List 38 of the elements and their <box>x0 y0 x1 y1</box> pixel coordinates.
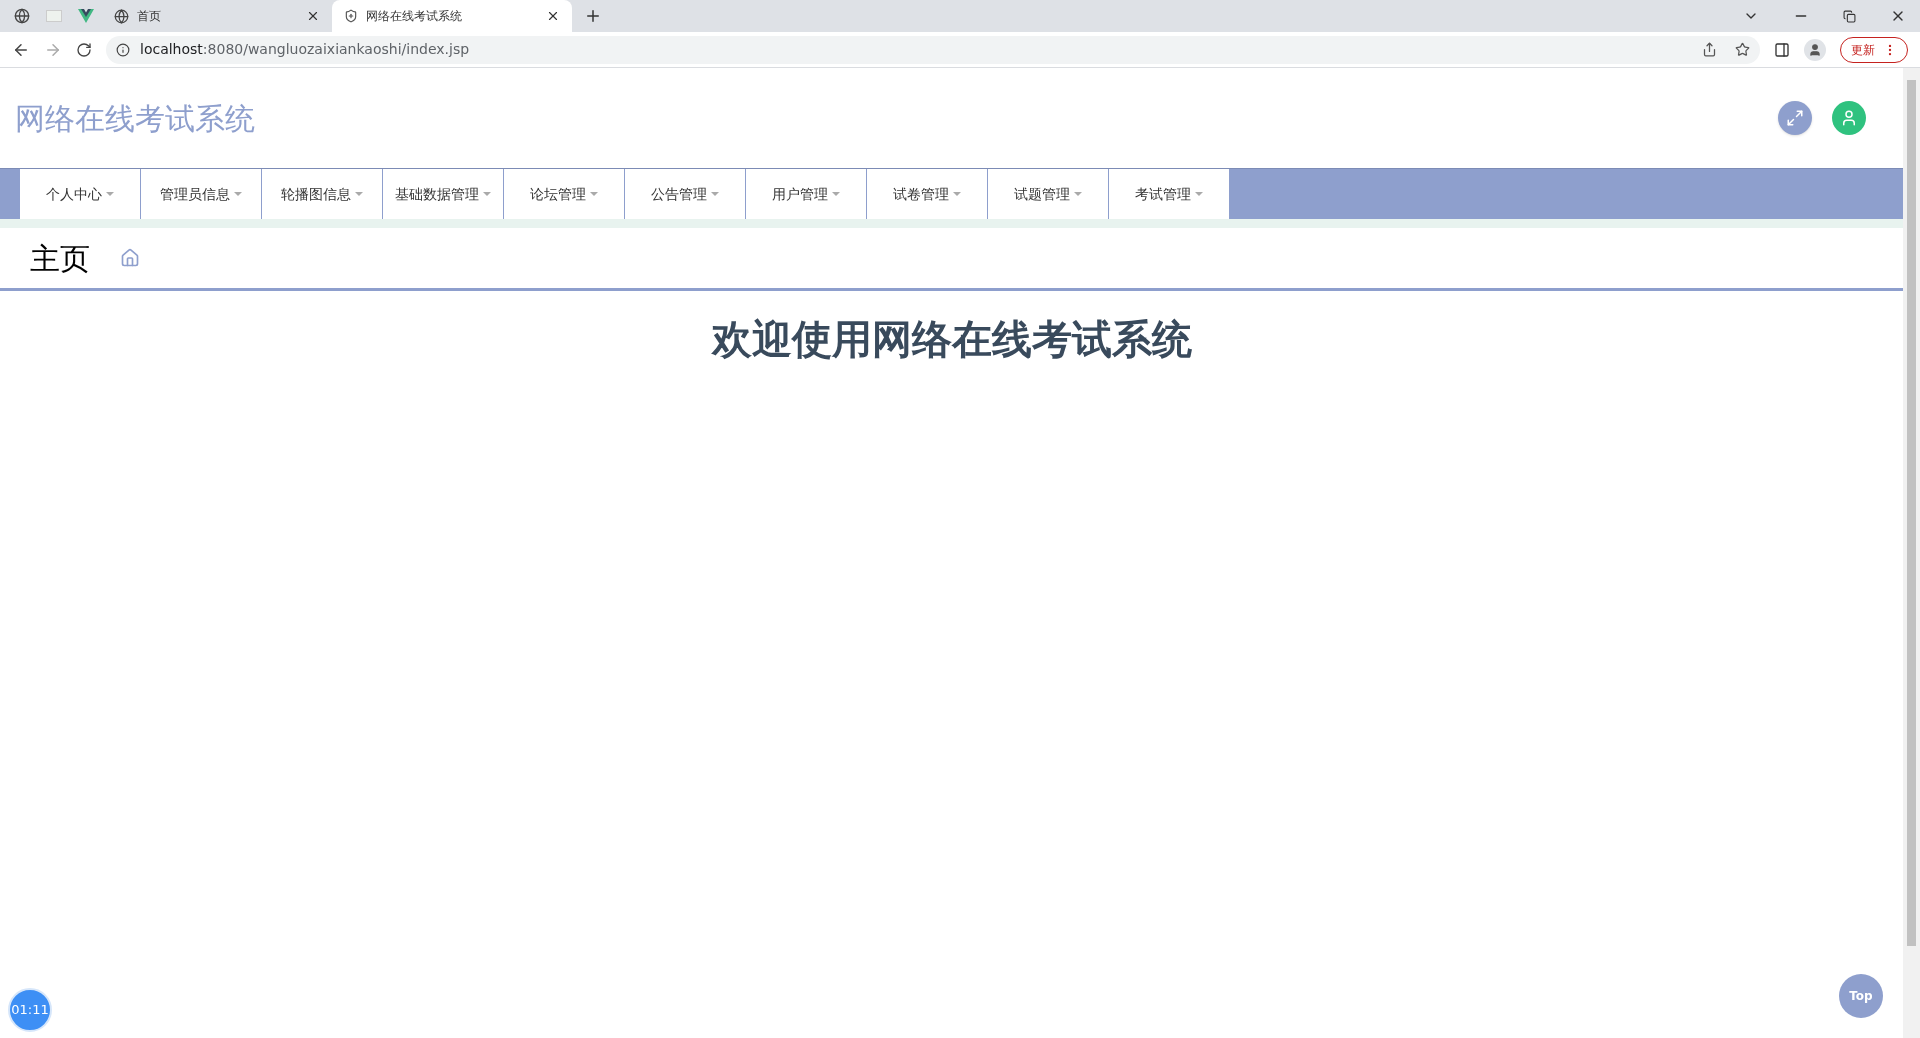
url-text: localhost:8080/wangluozaixiankaoshi/index.jsp <box>140 40 470 59</box>
info-icon <box>116 42 130 57</box>
nav-menu-item[interactable]: 试题管理 <box>988 169 1109 219</box>
browser-tab[interactable]: 首页 <box>102 0 332 32</box>
nav-menu-item[interactable]: 论坛管理 <box>504 169 625 219</box>
nav-menu-item[interactable]: 公告管理 <box>625 169 746 219</box>
new-tab-icon[interactable] <box>584 7 602 25</box>
nav-menu-item[interactable]: 考试管理 <box>1109 169 1230 219</box>
home-icon[interactable] <box>120 248 140 268</box>
restore-icon[interactable] <box>1843 9 1856 23</box>
share-icon[interactable] <box>1702 42 1717 57</box>
star-icon[interactable] <box>1735 42 1750 57</box>
nav-menu-item[interactable]: 轮播图信息 <box>262 169 383 219</box>
welcome-heading: 欢迎使用网络在线考试系统 <box>711 315 1192 364</box>
nav-menu-item[interactable]: 基础数据管理 <box>383 169 504 219</box>
site-title: 网络在线考试系统 <box>15 99 255 138</box>
fullscreen-button[interactable] <box>1778 101 1812 135</box>
side-panel-icon[interactable] <box>1774 41 1790 58</box>
globe-icon[interactable] <box>14 8 30 24</box>
reload-icon[interactable] <box>76 41 92 58</box>
profile-icon[interactable] <box>1804 38 1826 61</box>
timer-badge: 01:11 <box>8 988 52 1032</box>
page-title: 主页 <box>30 239 90 278</box>
address-field[interactable]: localhost:8080/wangluozaixiankaoshi/index.jsp <box>106 35 1760 64</box>
close-icon[interactable] <box>546 9 560 23</box>
nav-menu-item[interactable]: 试卷管理 <box>867 169 988 219</box>
expand-icon <box>1786 109 1804 127</box>
close-icon[interactable] <box>306 9 320 23</box>
tab-title: 首页 <box>137 8 162 25</box>
nav-menu-item[interactable]: 用户管理 <box>746 169 867 219</box>
nav-menu-item[interactable]: 个人中心 <box>20 169 141 219</box>
shield-icon <box>344 9 358 23</box>
nav-menu-item[interactable]: 管理员信息 <box>141 169 262 219</box>
user-icon <box>1840 109 1858 127</box>
v-logo-icon[interactable] <box>78 9 94 23</box>
browser-tab[interactable]: 网络在线考试系统 <box>332 0 572 32</box>
globe-icon <box>114 8 129 24</box>
tab-title: 网络在线考试系统 <box>366 8 463 25</box>
